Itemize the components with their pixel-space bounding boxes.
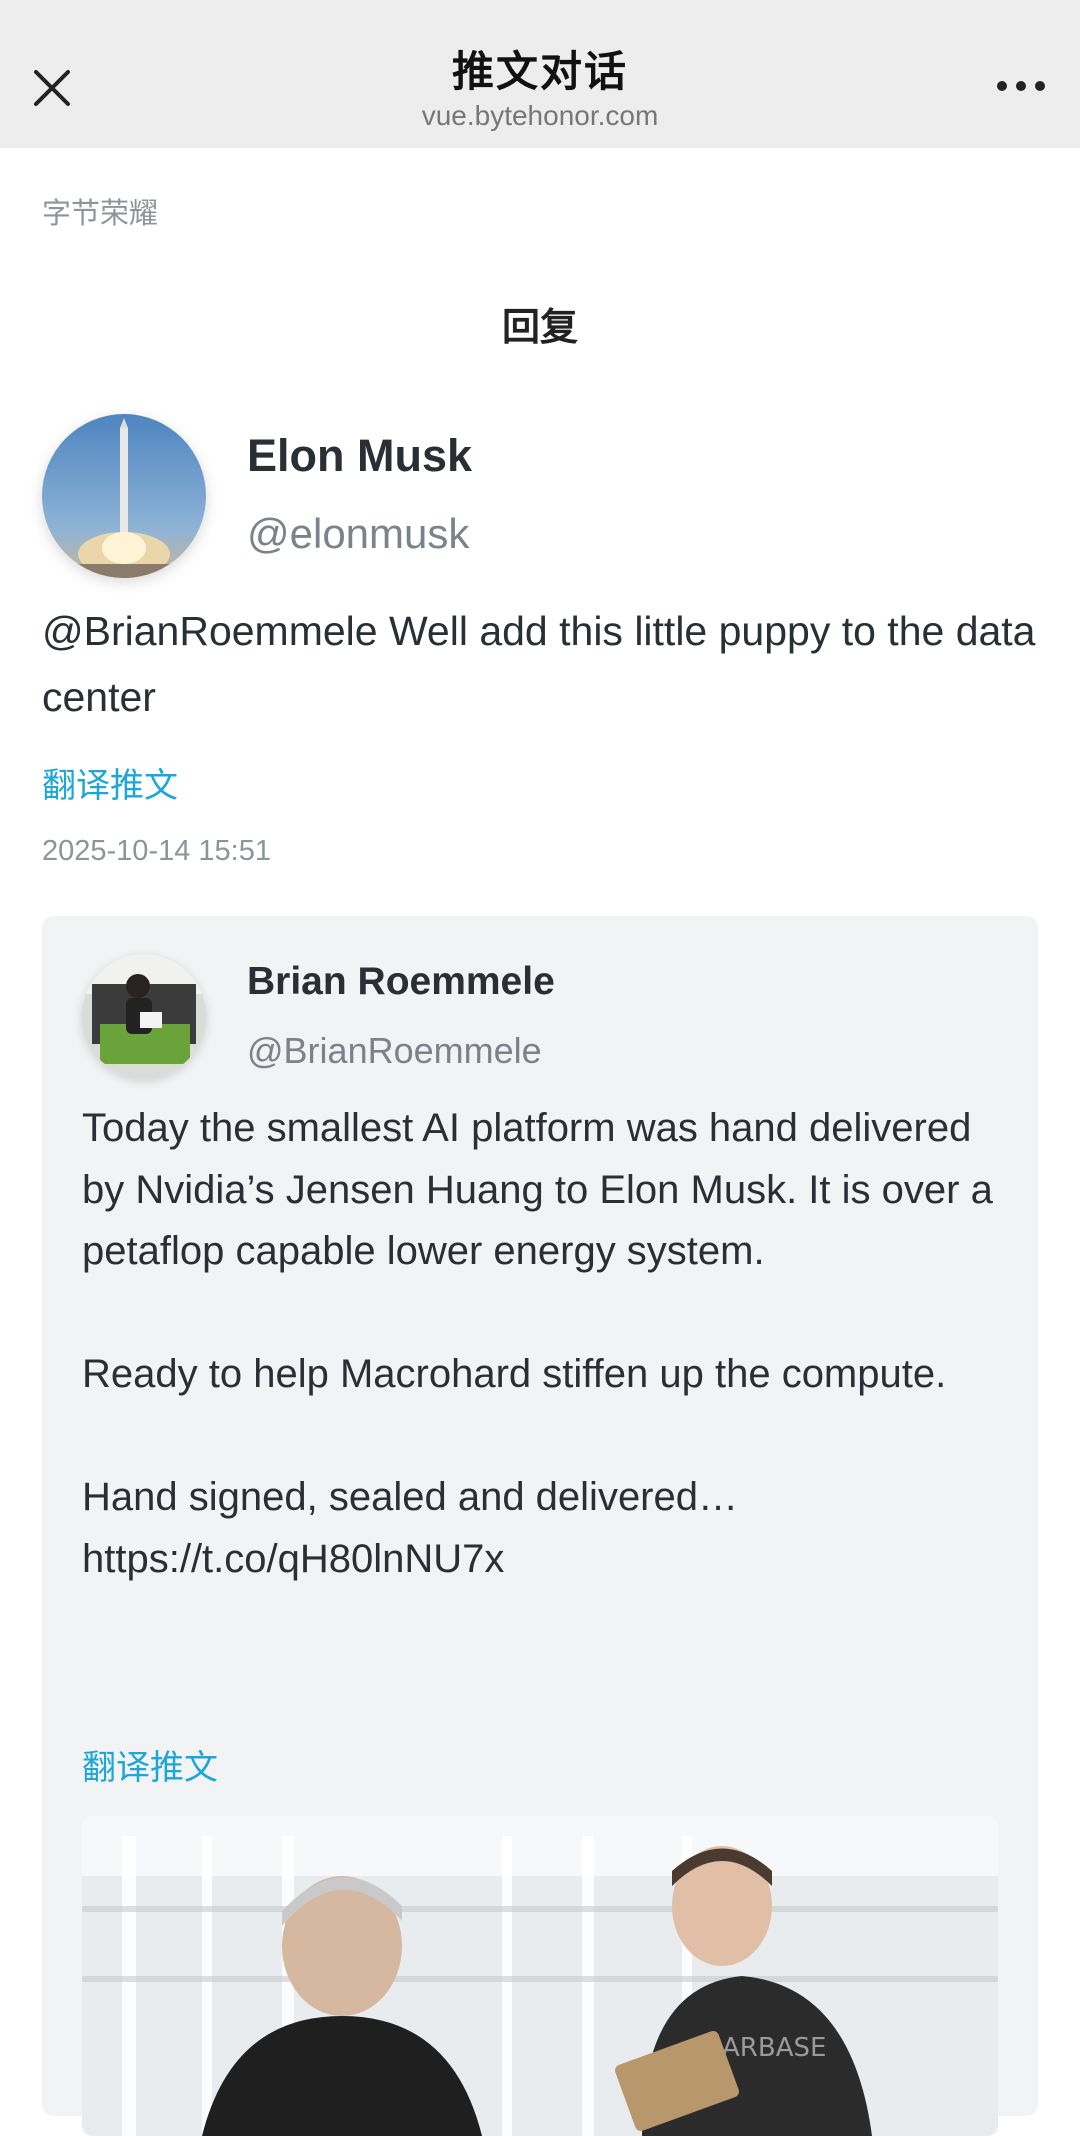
author-handle[interactable]: @elonmusk bbox=[247, 510, 469, 558]
rocket-avatar-image bbox=[42, 414, 206, 578]
quoted-author-handle[interactable]: @BrianRoemmele bbox=[247, 1030, 542, 1072]
quoted-tweet-photo[interactable]: ARBASE bbox=[82, 1816, 998, 2136]
section-title: 回复 bbox=[501, 307, 578, 349]
author-avatar[interactable] bbox=[42, 414, 206, 578]
person-avatar-image bbox=[82, 954, 206, 1078]
site-name: 字节荣耀 bbox=[42, 198, 159, 230]
translate-tweet-link[interactable]: 翻译推文 bbox=[42, 758, 178, 807]
quoted-tweet-card[interactable]: Brian Roemmele @BrianRoemmele Today the … bbox=[42, 916, 1038, 2136]
quoted-translate-tweet-link[interactable]: 翻译推文 bbox=[82, 1740, 218, 1789]
quoted-tweet-text: Today the smallest AI platform was hand … bbox=[82, 1106, 993, 1581]
tweet-text: @BrianRoemmele Well add this little pupp… bbox=[42, 608, 1036, 720]
quoted-author-name[interactable]: Brian Roemmele bbox=[247, 960, 555, 1004]
more-dots-icon bbox=[997, 81, 1045, 91]
author-name[interactable]: Elon Musk bbox=[247, 430, 472, 482]
photo-image: ARBASE bbox=[82, 1816, 998, 2136]
quoted-author-avatar[interactable] bbox=[82, 954, 206, 1078]
more-button[interactable] bbox=[986, 58, 1056, 114]
shirt-text: ARBASE bbox=[722, 2033, 826, 2063]
page-title: 推文对话 bbox=[451, 48, 628, 95]
tweet-timestamp: 2025-10-14 15:51 bbox=[42, 835, 271, 867]
page-url: vue.bytehonor.com bbox=[421, 100, 659, 131]
top-bar: 推文对话 vue.bytehonor.com bbox=[0, 0, 1080, 148]
